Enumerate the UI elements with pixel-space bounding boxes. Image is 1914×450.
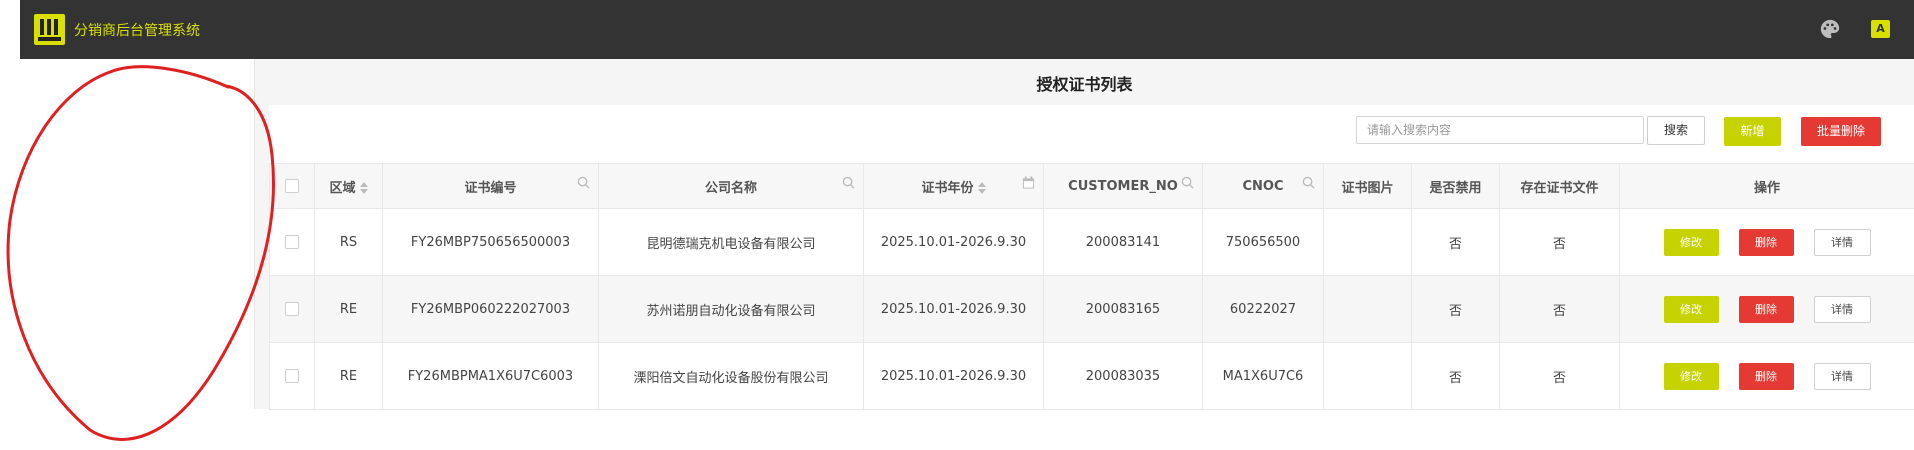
- cell-cert-no: FY26MBP060222027003: [383, 276, 599, 343]
- row-select-cell: [270, 209, 315, 276]
- cell-customer-no: 200083035: [1044, 343, 1203, 410]
- batch-delete-button[interactable]: 批量删除: [1801, 117, 1881, 146]
- cell-disabled: 否: [1412, 276, 1500, 343]
- main-content: 授权证书列表 搜索 新增 批量删除 区域 证书编号 公司名称 证书年份 CUST…: [255, 59, 1914, 409]
- col-cert-image: 证书图片: [1324, 164, 1412, 209]
- col-region[interactable]: 区域: [315, 164, 383, 209]
- row-checkbox[interactable]: [285, 235, 299, 249]
- col-company[interactable]: 公司名称: [599, 164, 864, 209]
- select-all-checkbox[interactable]: [285, 179, 299, 193]
- calendar-icon[interactable]: [1022, 176, 1035, 190]
- sort-icon[interactable]: [978, 182, 986, 194]
- cell-has-file: 否: [1500, 276, 1620, 343]
- col-cnoc[interactable]: CNOC: [1203, 164, 1324, 209]
- row-select-cell: [270, 276, 315, 343]
- col-has-file: 存在证书文件: [1500, 164, 1620, 209]
- col-customer-no[interactable]: CUSTOMER_NO: [1044, 164, 1203, 209]
- col-actions: 操作: [1620, 164, 1914, 209]
- cell-region: RS: [315, 209, 383, 276]
- detail-button[interactable]: 详情: [1814, 229, 1871, 256]
- app-logo[interactable]: [34, 14, 65, 45]
- delete-button[interactable]: 删除: [1739, 229, 1794, 256]
- table-row: RE FY26MBP060222027003 苏州诺朋自动化设备有限公司 202…: [270, 276, 1914, 343]
- cell-company: 溧阳倍文自动化设备股份有限公司: [599, 343, 864, 410]
- edit-button[interactable]: 修改: [1664, 363, 1719, 390]
- palette-icon[interactable]: [1819, 18, 1841, 40]
- table-row: RS FY26MBP750656500003 昆明德瑞克机电设备有限公司 202…: [270, 209, 1914, 276]
- search-icon[interactable]: [1302, 176, 1315, 189]
- cell-disabled: 否: [1412, 343, 1500, 410]
- list-card: 搜索 新增 批量删除 区域 证书编号 公司名称 证书年份 CUSTOMER_NO…: [269, 105, 1914, 410]
- cell-cnoc: 750656500: [1203, 209, 1324, 276]
- sidebar: [0, 59, 255, 409]
- col-cert-no[interactable]: 证书编号: [383, 164, 599, 209]
- cell-actions: 修改删除详情: [1620, 343, 1914, 410]
- col-year[interactable]: 证书年份: [864, 164, 1044, 209]
- row-checkbox[interactable]: [285, 369, 299, 383]
- translate-icon[interactable]: A: [1871, 20, 1890, 38]
- cell-region: RE: [315, 276, 383, 343]
- row-checkbox[interactable]: [285, 302, 299, 316]
- search-button[interactable]: 搜索: [1647, 116, 1705, 145]
- edit-button[interactable]: 修改: [1664, 296, 1719, 323]
- cell-company: 苏州诺朋自动化设备有限公司: [599, 276, 864, 343]
- cell-actions: 修改删除详情: [1620, 276, 1914, 343]
- detail-button[interactable]: 详情: [1814, 363, 1871, 390]
- cell-year: 2025.10.01-2026.9.30: [864, 209, 1044, 276]
- select-all-cell: [270, 164, 315, 209]
- certificate-table: 区域 证书编号 公司名称 证书年份 CUSTOMER_NO CNOC 证书图片 …: [269, 163, 1914, 410]
- row-select-cell: [270, 343, 315, 410]
- add-button[interactable]: 新增: [1724, 117, 1781, 146]
- delete-button[interactable]: 删除: [1739, 363, 1794, 390]
- delete-button[interactable]: 删除: [1739, 296, 1794, 323]
- cell-cert-no: FY26MBPMA1X6U7C6003: [383, 343, 599, 410]
- search-icon[interactable]: [1181, 176, 1194, 189]
- col-disabled: 是否禁用: [1412, 164, 1500, 209]
- detail-button[interactable]: 详情: [1814, 296, 1871, 323]
- sort-icon[interactable]: [360, 182, 368, 194]
- search-icon[interactable]: [842, 176, 855, 189]
- table-row: RE FY26MBPMA1X6U7C6003 溧阳倍文自动化设备股份有限公司 2…: [270, 343, 1914, 410]
- search-icon[interactable]: [577, 176, 590, 189]
- cell-cnoc: MA1X6U7C6: [1203, 343, 1324, 410]
- cell-cert-no: FY26MBP750656500003: [383, 209, 599, 276]
- page-title: 授权证书列表: [255, 71, 1914, 95]
- cell-cert-image: [1324, 209, 1412, 276]
- cell-cert-image: [1324, 343, 1412, 410]
- cell-cert-image: [1324, 276, 1412, 343]
- cell-disabled: 否: [1412, 209, 1500, 276]
- cell-actions: 修改删除详情: [1620, 209, 1914, 276]
- table-header-row: 区域 证书编号 公司名称 证书年份 CUSTOMER_NO CNOC 证书图片 …: [270, 164, 1914, 209]
- cell-year: 2025.10.01-2026.9.30: [864, 276, 1044, 343]
- search-input[interactable]: [1356, 116, 1644, 144]
- cell-customer-no: 200083165: [1044, 276, 1203, 343]
- cell-cnoc: 60222027: [1203, 276, 1324, 343]
- cell-year: 2025.10.01-2026.9.30: [864, 343, 1044, 410]
- cell-customer-no: 200083141: [1044, 209, 1203, 276]
- top-bar: 分销商后台管理系统 A: [20, 0, 1914, 59]
- cell-has-file: 否: [1500, 209, 1620, 276]
- cell-company: 昆明德瑞克机电设备有限公司: [599, 209, 864, 276]
- app-title: 分销商后台管理系统: [74, 20, 200, 40]
- cell-has-file: 否: [1500, 343, 1620, 410]
- cell-region: RE: [315, 343, 383, 410]
- edit-button[interactable]: 修改: [1664, 229, 1719, 256]
